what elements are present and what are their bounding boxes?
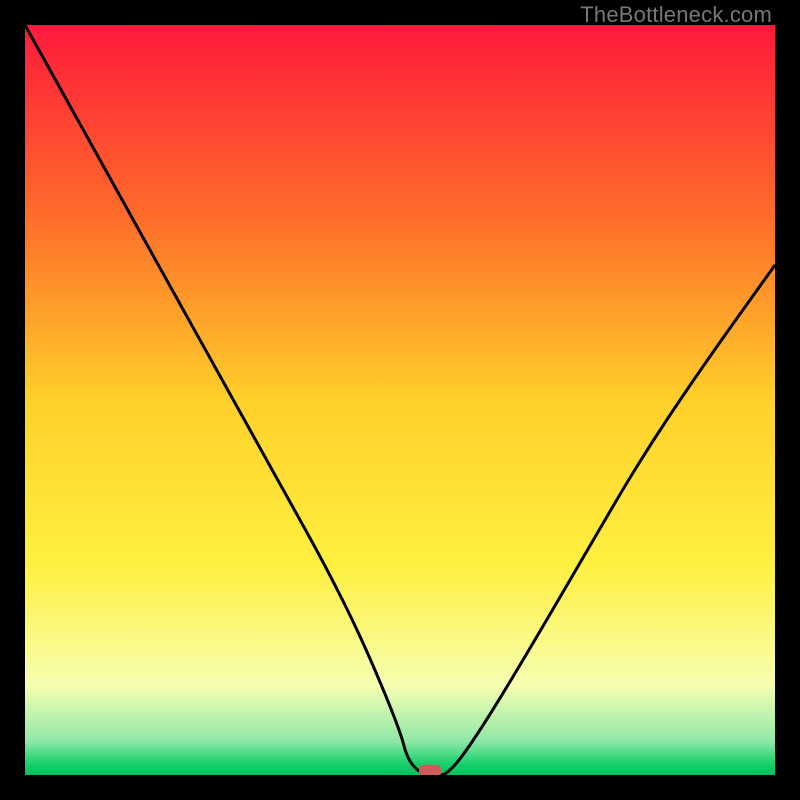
chart-background xyxy=(25,25,775,775)
watermark-text: TheBottleneck.com xyxy=(580,2,772,28)
chart-frame xyxy=(25,25,775,775)
selected-point-marker xyxy=(419,765,441,775)
bottleneck-chart xyxy=(25,25,775,775)
